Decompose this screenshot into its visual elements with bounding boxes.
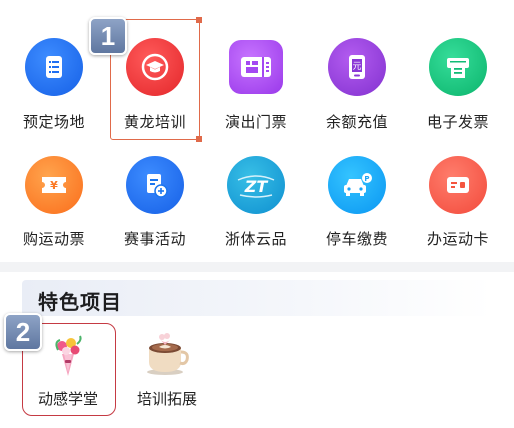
- car-parking-icon: P: [328, 156, 386, 214]
- service-label: 办运动卡: [426, 230, 489, 248]
- event-add-icon: [126, 156, 184, 214]
- service-label: 赛事活动: [123, 230, 186, 248]
- svg-text:¥: ¥: [50, 179, 58, 192]
- svg-text:元: 元: [352, 62, 361, 72]
- yuan-ticket-icon: ¥: [25, 156, 83, 214]
- featured-label: 培训拓展: [136, 390, 197, 408]
- service-grid: 预定场地 黄龙培训 演出门票 元 余额充值 电子发票 ¥ 购运动票 赛事活动 Z…: [0, 0, 514, 262]
- highlight-corner: [196, 17, 202, 23]
- wallet-recharge-icon: 元: [328, 38, 386, 96]
- invoice-printer-icon: [429, 38, 487, 96]
- section-divider: [0, 262, 514, 272]
- section-title: 特色项目: [38, 290, 122, 314]
- coffee-cup-icon: [147, 333, 189, 375]
- service-label: 停车缴费: [325, 230, 388, 248]
- service-label: 预定场地: [22, 113, 85, 131]
- zt-logo-icon: ZT: [227, 156, 285, 214]
- svg-text:ZT: ZT: [244, 177, 269, 196]
- ticket-icon: [229, 40, 283, 94]
- service-label: 电子发票: [426, 113, 489, 131]
- sport-card-icon: [429, 156, 487, 214]
- annotation-badge-2: 2: [4, 313, 42, 351]
- svg-text:P: P: [364, 175, 369, 183]
- service-label: 余额充值: [325, 113, 388, 131]
- list-doc-icon: [25, 38, 83, 96]
- service-label: 购运动票: [22, 230, 85, 248]
- service-label: 浙体云品: [224, 230, 287, 248]
- highlight-corner: [196, 136, 202, 142]
- section-header: 特色项目: [22, 280, 492, 316]
- service-label: 演出门票: [224, 113, 287, 131]
- annotation-badge-1: 1: [89, 17, 127, 55]
